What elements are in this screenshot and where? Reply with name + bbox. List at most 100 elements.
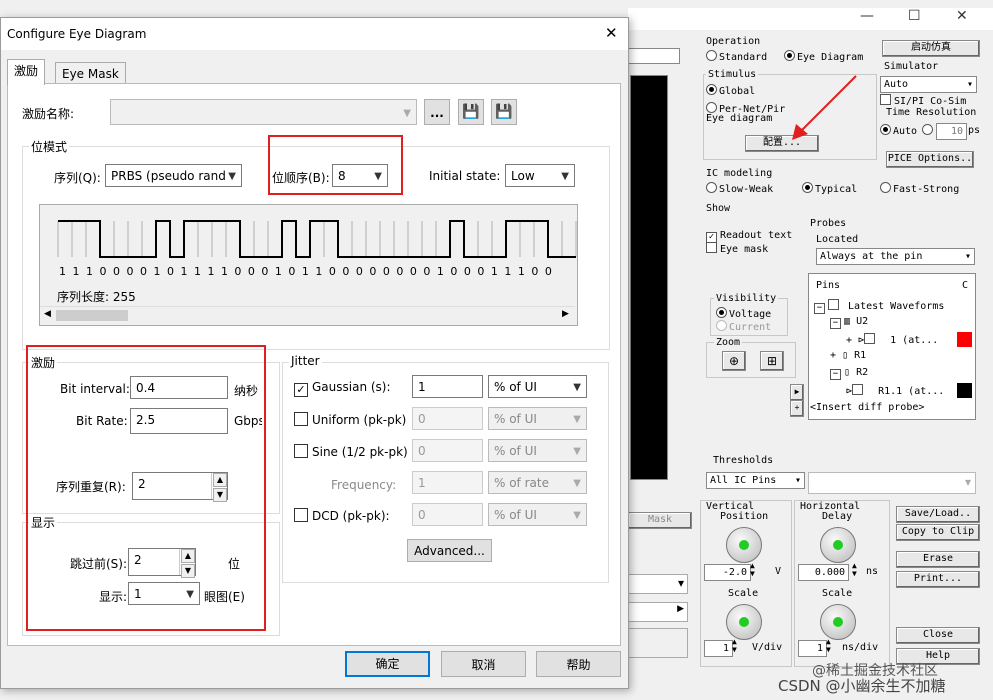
radio-slow-weak[interactable]: Slow-Weak: [706, 182, 773, 195]
close-button[interactable]: Close: [896, 627, 980, 644]
tree-item-u2-1[interactable]: + ⊳ 1 (at...: [846, 333, 938, 346]
dcd-unit-select[interactable]: % of UI ▼: [488, 503, 587, 526]
resolution-input[interactable]: 10: [936, 123, 967, 140]
radio-voltage[interactable]: Voltage: [716, 307, 771, 320]
chevron-down-icon: ▾: [964, 475, 971, 489]
tree-item-latest[interactable]: − Latest Waveforms: [814, 299, 944, 314]
checkbox-label: SI/PI Co-Sim: [894, 96, 967, 107]
radio-global[interactable]: Global: [706, 84, 755, 97]
advanced-button[interactable]: Advanced...: [407, 539, 492, 562]
horizontal-scale-knob[interactable]: [820, 604, 856, 640]
zoom-in-icon[interactable]: ⊕: [722, 351, 746, 371]
radio-fast-strong[interactable]: Fast-Strong: [880, 182, 959, 195]
print-button[interactable]: Print...: [896, 571, 980, 588]
dcd-checkbox[interactable]: DCD (pk-pk):: [294, 508, 390, 523]
tree-item-r2[interactable]: − ▯ R2: [830, 367, 868, 380]
tab-eye-mask[interactable]: Eye Mask: [55, 62, 126, 85]
sine-checkbox[interactable]: Sine (1/2 pk-pk): [294, 444, 408, 459]
close-icon[interactable]: ✕: [605, 24, 618, 42]
cancel-button[interactable]: 取消: [441, 651, 526, 677]
threshold-value-select[interactable]: ▾: [808, 472, 976, 494]
spinner-icon[interactable]: ▲ ▼: [732, 638, 737, 654]
sequence-select[interactable]: PRBS (pseudo rand ▼: [105, 164, 242, 187]
radio-current[interactable]: Current: [716, 320, 771, 333]
probe-location-select[interactable]: Always at the pin ▾: [816, 248, 975, 265]
insert-diff-probe[interactable]: <Insert diff probe>: [810, 402, 924, 413]
horizontal-delay-knob[interactable]: [820, 527, 856, 563]
vertical-scale-input[interactable]: 1: [704, 640, 733, 657]
pins-column-header: Pins: [816, 280, 841, 291]
time-resolution-label: Time Resolution: [886, 107, 977, 118]
spinner-icon[interactable]: ▲ ▼: [750, 562, 755, 578]
save-load-button[interactable]: Save/Load..: [896, 506, 980, 523]
help-button[interactable]: 帮助: [536, 651, 621, 677]
gaussian-unit-select[interactable]: % of UI ▼: [488, 375, 587, 398]
frequency-input[interactable]: 1: [412, 471, 483, 494]
radio-standard[interactable]: Standard: [706, 50, 767, 63]
save-icon[interactable]: 💾: [458, 99, 484, 125]
erase-button[interactable]: Erase: [896, 551, 980, 568]
checkbox-label: Gaussian (s):: [312, 380, 391, 394]
mask-button[interactable]: Mask: [628, 512, 692, 529]
gaussian-input[interactable]: 1: [412, 375, 483, 398]
tree-item-r1-1[interactable]: ⊳ R1.1 (at...: [846, 384, 944, 397]
vertical-position-input[interactable]: -2.0: [704, 564, 751, 581]
resistor-icon: ▯: [844, 367, 851, 378]
spinner-icon[interactable]: ▲ ▼: [826, 638, 831, 654]
bg-scrollbar[interactable]: ▶: [628, 602, 688, 622]
zoom-fit-icon[interactable]: ⊞: [760, 351, 784, 371]
vertical-scale-knob[interactable]: [726, 604, 762, 640]
initial-state-select[interactable]: Low ▼: [505, 164, 575, 187]
uniform-checkbox[interactable]: Uniform (pk-pk): [294, 412, 406, 427]
browse-button[interactable]: ...: [424, 99, 450, 125]
close-icon[interactable]: ✕: [956, 8, 968, 24]
dcd-input[interactable]: 0: [412, 503, 483, 526]
arrow-right-icon[interactable]: ▶: [562, 309, 569, 319]
horizontal-delay-input[interactable]: 0.000: [798, 564, 849, 581]
select-value: PRBS (pseudo rand: [111, 169, 226, 183]
radio-icon: [784, 50, 795, 61]
horizontal-scale-input[interactable]: 1: [798, 640, 827, 657]
uniform-unit-select[interactable]: % of UI ▼: [488, 407, 587, 430]
spinner-icon[interactable]: ▲ ▼: [852, 562, 857, 578]
maximize-icon[interactable]: ☐: [908, 8, 921, 24]
probe-color-swatch[interactable]: [957, 383, 972, 398]
tab-stimulus[interactable]: 激励: [7, 59, 46, 85]
horizontal-scrollbar[interactable]: ◀ ▶: [40, 306, 575, 324]
arrow-right-icon[interactable]: ▶: [790, 384, 804, 401]
arrow-left-icon[interactable]: ◀: [44, 309, 51, 319]
checkbox-icon: [294, 508, 308, 522]
checkbox-icon: [294, 412, 308, 426]
vertical-position-knob[interactable]: [726, 527, 762, 563]
ok-button[interactable]: 确定: [345, 651, 430, 677]
simulator-mode-select[interactable]: Auto ▾: [880, 76, 977, 93]
si-pi-checkbox[interactable]: SI/PI Co-Sim: [880, 94, 966, 107]
tree-item-r1[interactable]: + ▯ R1: [830, 350, 866, 361]
save-as-icon[interactable]: 💾: [491, 99, 517, 125]
bg-input[interactable]: [628, 48, 680, 64]
radio-auto[interactable]: Auto: [880, 124, 917, 137]
probe-color-swatch[interactable]: [957, 332, 972, 347]
frequency-unit-select[interactable]: % of rate ▼: [488, 471, 587, 494]
scrollbar-thumb[interactable]: [56, 310, 128, 321]
tree-item-u2[interactable]: − ▥ U2: [830, 316, 868, 329]
uniform-input[interactable]: 0: [412, 407, 483, 430]
eye-mask-checkbox[interactable]: Eye mask: [706, 242, 768, 255]
thresholds-select[interactable]: All IC Pins ▾: [706, 472, 805, 489]
start-simulation-button[interactable]: 启动仿真: [882, 40, 980, 57]
vertical-unit: V: [775, 566, 782, 577]
radio-custom-resolution[interactable]: [922, 124, 935, 137]
sine-unit-select[interactable]: % of UI ▼: [488, 439, 587, 462]
radio-typical[interactable]: Typical: [802, 182, 857, 195]
probes-tree[interactable]: [808, 273, 976, 420]
plus-icon[interactable]: +: [790, 400, 804, 417]
sine-input[interactable]: 0: [412, 439, 483, 462]
gaussian-checkbox[interactable]: ✓ Gaussian (s):: [294, 380, 391, 397]
stim-name-select[interactable]: ▼: [110, 99, 417, 125]
copy-to-clip-button[interactable]: Copy to Clip: [896, 524, 980, 541]
pice-options-button[interactable]: PICE Options..: [886, 151, 974, 168]
sequence-length: 序列长度: 255: [57, 290, 136, 304]
radio-eye-diagram[interactable]: Eye Diagram: [784, 50, 863, 63]
bg-select[interactable]: ▾: [628, 574, 688, 594]
minimize-icon[interactable]: —: [860, 8, 874, 24]
